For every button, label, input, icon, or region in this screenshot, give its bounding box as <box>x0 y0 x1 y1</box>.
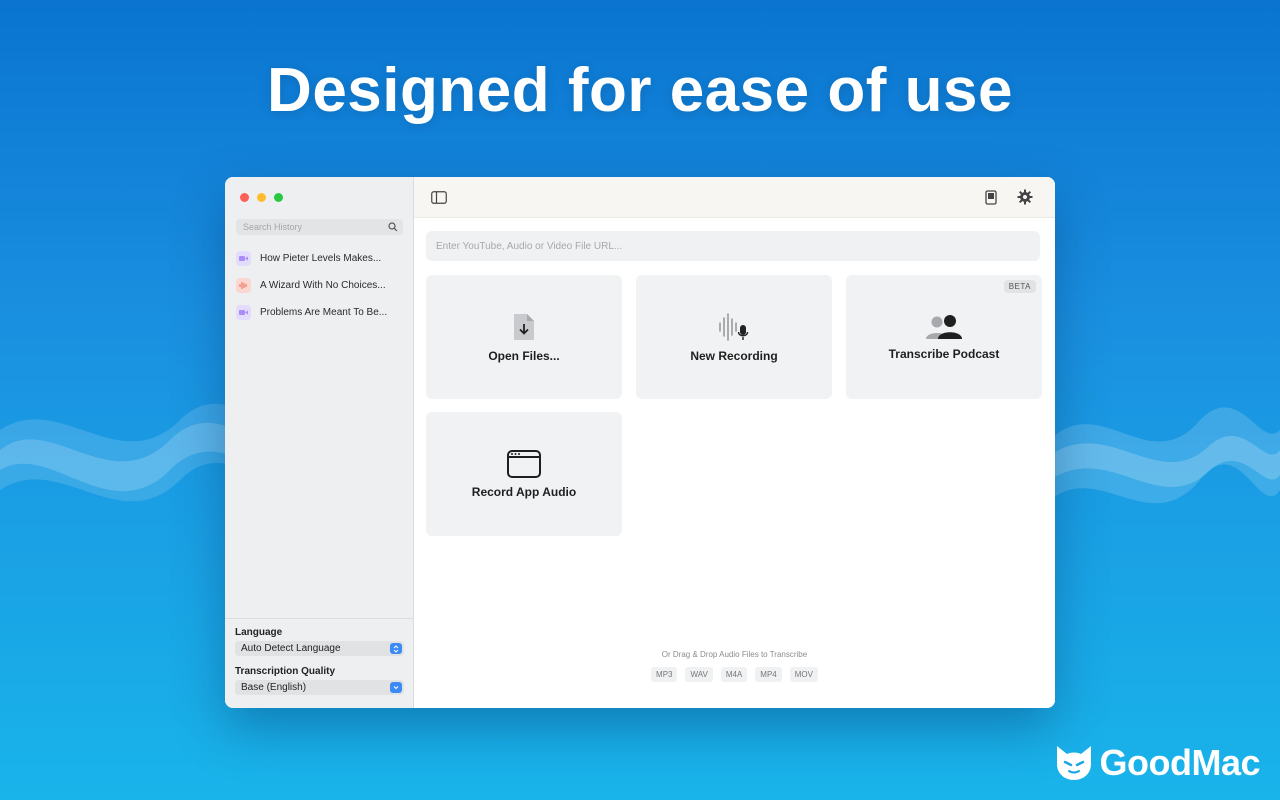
window-controls <box>240 193 283 202</box>
drop-hint: Or Drag & Drop Audio Files to Transcribe <box>661 650 808 659</box>
gear-icon[interactable] <box>1017 189 1033 205</box>
language-label: Language <box>235 627 283 638</box>
history-item[interactable]: How Pieter Levels Makes... <box>236 245 406 272</box>
history-item[interactable]: Problems Are Meant To Be... <box>236 299 406 326</box>
history-item-title: How Pieter Levels Makes... <box>260 253 382 264</box>
chevron-down-icon <box>390 682 402 693</box>
app-window: Search History How Pieter Levels Makes..… <box>225 177 1055 708</box>
format-badge: MP3 <box>651 667 678 682</box>
card-label: New Recording <box>690 348 778 363</box>
sidebar: Search History How Pieter Levels Makes..… <box>225 177 414 708</box>
format-badge: MP4 <box>755 667 782 682</box>
goodmac-watermark: GoodMac <box>1053 742 1260 784</box>
app-window-icon <box>507 449 541 478</box>
history-list: How Pieter Levels Makes... A Wizard With… <box>236 245 406 326</box>
audio-wave-icon <box>236 278 251 293</box>
main-panel: Open Files... New Recording BETA <box>414 177 1055 708</box>
zoom-window-button[interactable] <box>274 193 283 202</box>
beta-badge: BETA <box>1003 280 1036 293</box>
headline: Designed for ease of use <box>267 56 1013 125</box>
new-recording-card[interactable]: New Recording <box>636 275 832 399</box>
brand-name: GoodMac <box>1099 742 1260 783</box>
quality-label: Transcription Quality <box>235 666 336 677</box>
format-badge: MOV <box>789 667 818 682</box>
quality-value: Base (English) <box>241 682 307 693</box>
transcribe-podcast-card[interactable]: BETA Transcribe Podcast <box>846 275 1042 399</box>
open-files-card[interactable]: Open Files... <box>426 275 622 399</box>
format-list: MP3 WAV M4A MP4 MOV <box>414 667 1055 682</box>
toolbar <box>414 177 1055 218</box>
record-app-audio-card[interactable]: Record App Audio <box>426 412 622 536</box>
close-window-button[interactable] <box>240 193 249 202</box>
goodmac-logo-icon <box>1057 746 1092 780</box>
card-label: Record App Audio <box>471 484 577 499</box>
file-download-icon <box>514 313 534 340</box>
history-item[interactable]: A Wizard With No Choices... <box>236 272 406 299</box>
search-history-input[interactable]: Search History <box>236 219 403 235</box>
card-label: Open Files... <box>488 348 560 363</box>
language-value: Auto Detect Language <box>241 643 341 654</box>
updown-chevron-icon <box>390 643 402 654</box>
language-select[interactable]: Auto Detect Language <box>235 641 404 656</box>
book-icon[interactable] <box>985 190 997 205</box>
history-item-title: A Wizard With No Choices... <box>260 280 386 291</box>
quality-select[interactable]: Base (English) <box>235 680 404 695</box>
card-label: Transcribe Podcast <box>888 346 1000 361</box>
format-badge: WAV <box>685 667 713 682</box>
sidebar-toggle-icon[interactable] <box>431 191 447 204</box>
url-input[interactable] <box>426 231 1040 261</box>
search-placeholder: Search History <box>243 222 303 232</box>
minimize-window-button[interactable] <box>257 193 266 202</box>
format-badge: M4A <box>720 667 748 682</box>
video-icon <box>236 251 251 266</box>
history-item-title: Problems Are Meant To Be... <box>260 307 388 318</box>
people-icon <box>926 314 962 339</box>
search-icon <box>388 222 398 232</box>
microphone-wave-icon <box>719 312 749 341</box>
video-icon <box>236 305 251 320</box>
sidebar-settings: Language Auto Detect Language Transcript… <box>225 618 414 705</box>
